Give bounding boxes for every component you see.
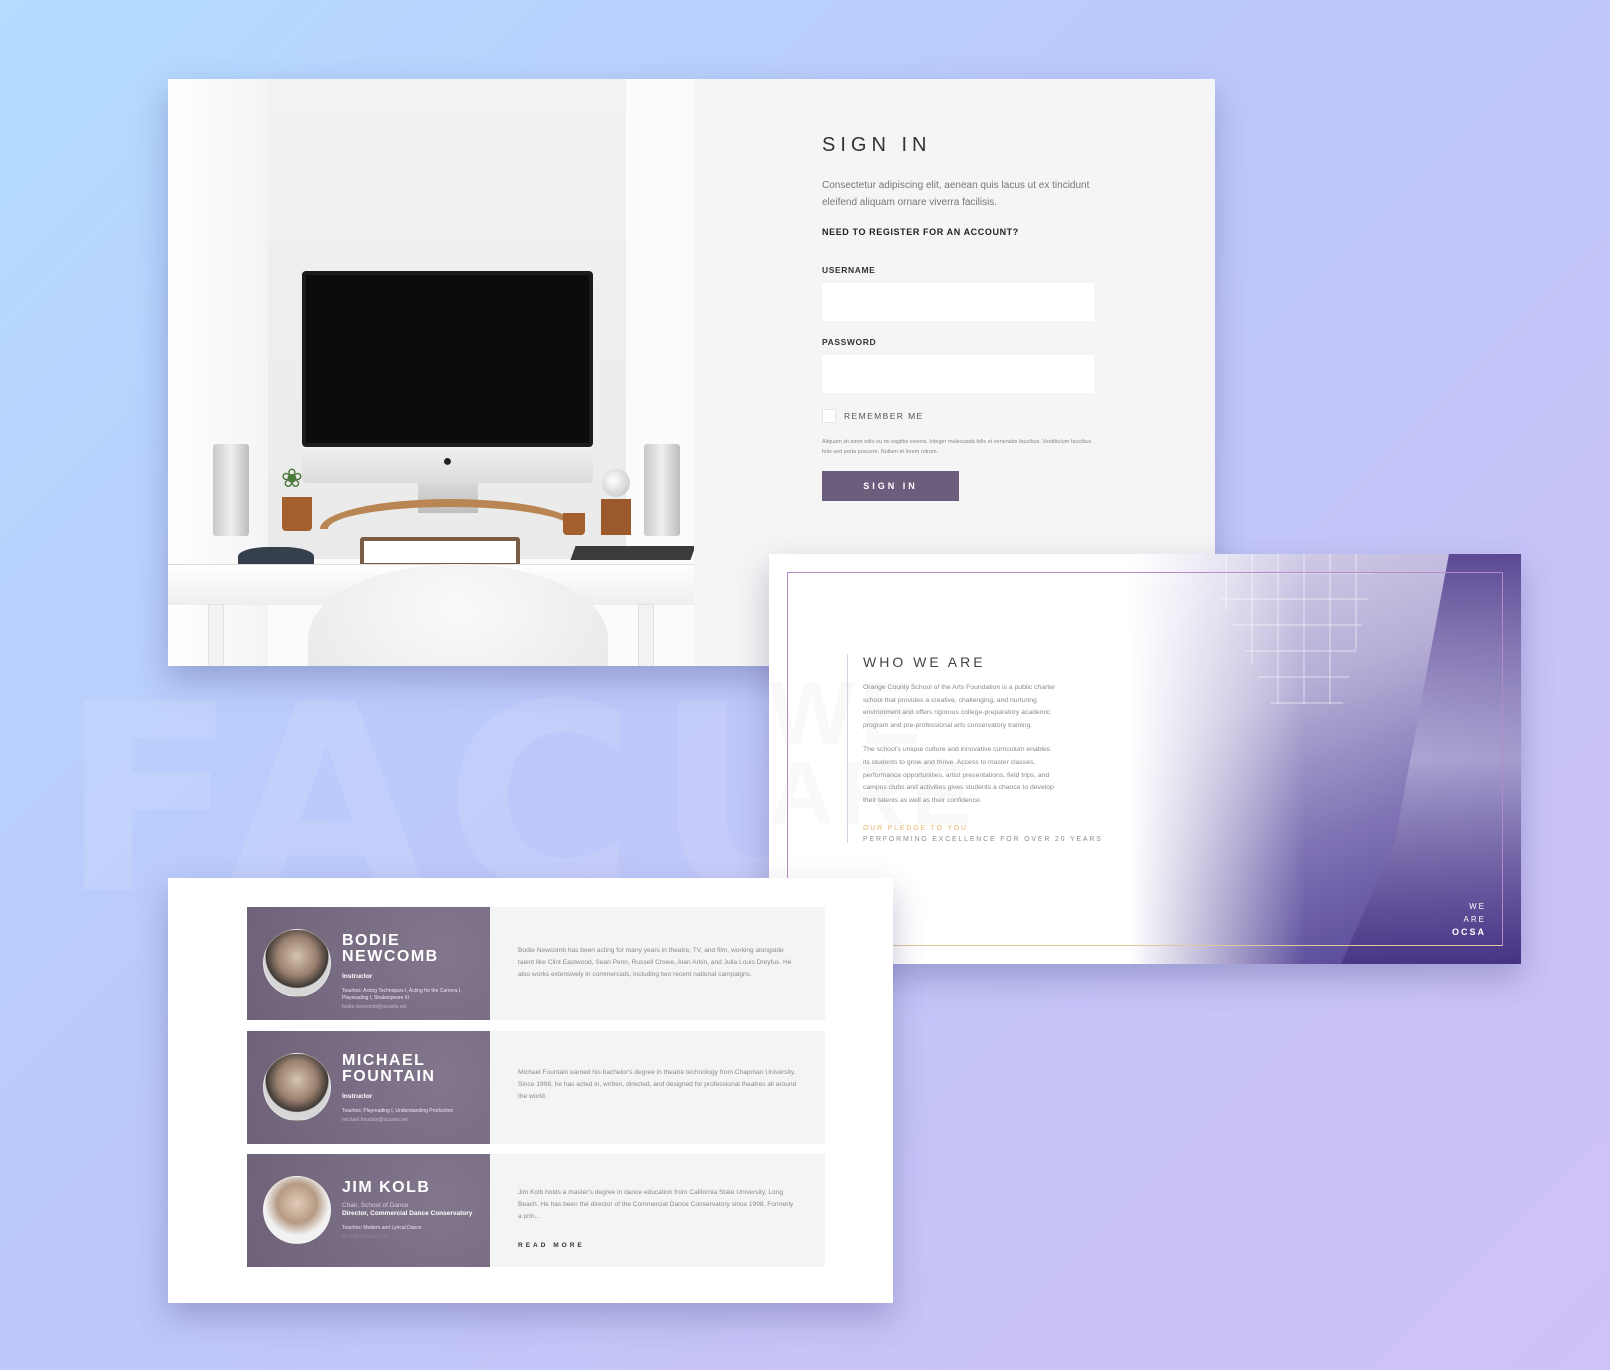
signin-fineprint: Aliquam sit amet odio eu mi sagittis viv… xyxy=(822,439,1092,455)
faculty-role: Instructor xyxy=(342,1093,373,1100)
faculty-email[interactable]: bodie.newcomb@ocsarts.net xyxy=(342,1004,482,1010)
who-content: WHO WE ARE Orange County School of the A… xyxy=(847,654,1103,844)
faculty-name: MICHAEL FOUNTAIN xyxy=(342,1052,436,1085)
faculty-role: Director, Commercial Dance Conservatory xyxy=(342,1210,473,1217)
remember-me-row: REMEMBER ME xyxy=(822,409,1122,423)
we-are-line-3: OCSA xyxy=(1451,927,1486,937)
faculty-card: BODIE NEWCOMB Instructor Teaches: Acting… xyxy=(168,878,893,1303)
faculty-subrole: Chair, School of Dance xyxy=(342,1202,409,1209)
who-title: WHO WE ARE xyxy=(863,654,986,670)
who-paragraph-1: Orange County School of the Arts Foundat… xyxy=(863,684,1056,729)
faculty-bio: Michael Fountain earned his bachelor's d… xyxy=(518,1069,797,1100)
faculty-bio: Jim Kolb holds a master's degree in danc… xyxy=(518,1189,794,1220)
faculty-teaches: Teaches: Modern and Lyrical Dance xyxy=(342,1225,422,1231)
faculty-bio-panel: Jim Kolb holds a master's degree in danc… xyxy=(490,1154,825,1267)
avatar xyxy=(263,1176,331,1244)
faculty-profile: BODIE NEWCOMB Instructor Teaches: Acting… xyxy=(247,907,490,1020)
faculty-email[interactable]: michael.fountain@ocsarts.net xyxy=(342,1117,482,1123)
remember-me-checkbox[interactable] xyxy=(822,409,836,423)
faculty-bio-panel: Bodie Newcomb has been acting for many y… xyxy=(490,907,825,1020)
register-link[interactable]: NEED TO REGISTER FOR AN ACCOUNT? xyxy=(822,227,1122,237)
signin-title: SIGN IN xyxy=(822,134,932,156)
faculty-row: JIM KOLB Chair, School of Dance Director… xyxy=(247,1154,825,1267)
username-label: USERNAME xyxy=(822,265,876,275)
password-label: PASSWORD xyxy=(822,337,877,347)
avatar xyxy=(263,929,331,997)
faculty-profile: JIM KOLB Chair, School of Dance Director… xyxy=(247,1154,490,1267)
username-input[interactable] xyxy=(822,283,1094,321)
faculty-teaches: Teaches: Acting Techniques I, Acting for… xyxy=(342,988,462,1001)
keyboard xyxy=(360,537,520,567)
remember-me-label: REMEMBER ME xyxy=(844,411,924,421)
read-more-link[interactable]: READ MORE xyxy=(518,1242,585,1249)
we-are-line-2: ARE xyxy=(1463,915,1486,924)
pledge-label: OUR PLEDGE TO YOU xyxy=(863,825,968,833)
apple-logo-icon: ● xyxy=(302,447,593,483)
we-are-line-1: WE xyxy=(1469,902,1486,911)
faculty-row: MICHAEL FOUNTAIN Instructor Teaches: Pla… xyxy=(247,1031,825,1144)
signin-intro: Consectetur adipiscing elit, aenean quis… xyxy=(822,180,1090,208)
faculty-role: Instructor xyxy=(342,973,373,980)
faculty-bio-panel: Michael Fountain earned his bachelor's d… xyxy=(490,1031,825,1144)
faculty-teaches: Teaches: Playreading I, Understanding Pr… xyxy=(342,1108,454,1114)
faculty-email[interactable]: jim.kolb@ocsarts.net xyxy=(342,1234,482,1240)
faculty-profile: MICHAEL FOUNTAIN Instructor Teaches: Pla… xyxy=(247,1031,490,1144)
signin-button[interactable]: SIGN IN xyxy=(822,471,959,501)
desk-photo: ● ❀ xyxy=(168,79,694,666)
avatar xyxy=(263,1053,331,1121)
faculty-name: JIM KOLB xyxy=(342,1179,431,1196)
password-input[interactable] xyxy=(822,355,1094,393)
we-are-ocsa-logo: WE ARE OCSA xyxy=(1452,900,1486,939)
who-paragraph-2: The school's unique culture and innovati… xyxy=(863,746,1054,804)
imac-screen xyxy=(302,271,593,447)
signin-form: SIGN IN Consectetur adipiscing elit, aen… xyxy=(822,134,1122,501)
faculty-row: BODIE NEWCOMB Instructor Teaches: Acting… xyxy=(247,907,825,1020)
faculty-name: BODIE NEWCOMB xyxy=(342,932,439,965)
faculty-bio: Bodie Newcomb has been acting for many y… xyxy=(518,947,792,978)
pledge-text: PERFORMING EXCELLENCE FOR OVER 20 YEARS xyxy=(863,836,1103,844)
